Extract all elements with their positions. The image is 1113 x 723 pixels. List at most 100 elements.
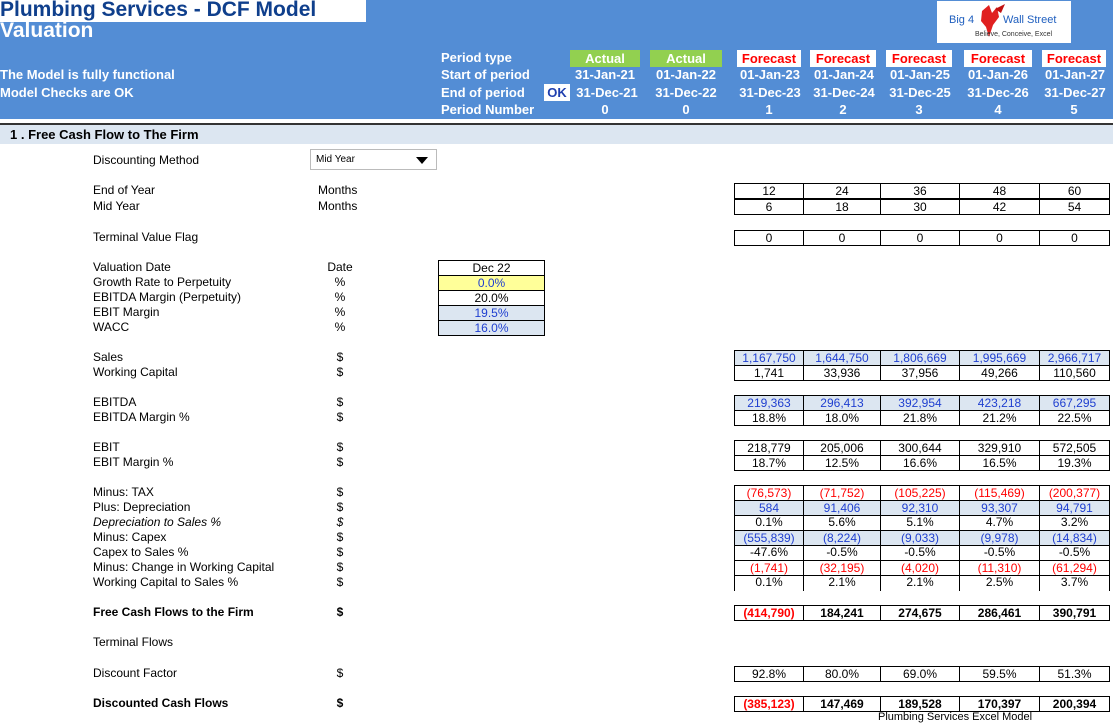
capex-to-sales-cell[interactable]: -0.5% xyxy=(1039,545,1110,561)
capex-to-sales-cell[interactable]: -0.5% xyxy=(803,545,881,561)
discount-factor-cell[interactable]: 69.0% xyxy=(880,666,960,682)
sales-cell[interactable]: 1,806,669 xyxy=(880,350,960,366)
tax-cell[interactable]: (71,752) xyxy=(803,485,881,501)
ebitda-cell[interactable]: 296,413 xyxy=(803,395,881,411)
fcff-cell[interactable]: 274,675 xyxy=(880,605,960,621)
sales-cell[interactable]: 1,167,750 xyxy=(734,350,804,366)
ebitda-cell[interactable]: 392,954 xyxy=(880,395,960,411)
working-capital-cell[interactable]: 1,741 xyxy=(734,365,804,381)
wc-to-sales-cell[interactable]: 2.1% xyxy=(880,575,960,591)
change-wc-cell[interactable]: (4,020) xyxy=(880,560,960,576)
ebitda-margin-perp-cell[interactable]: 20.0% xyxy=(438,290,545,306)
wacc-input[interactable]: 16.0% xyxy=(438,320,545,336)
wc-to-sales-cell[interactable]: 0.1% xyxy=(734,575,804,591)
terminal-flag-cell[interactable]: 0 xyxy=(880,230,960,246)
discounting-method-dropdown[interactable]: Mid Year xyxy=(310,149,437,170)
end-of-year-cell[interactable]: 24 xyxy=(803,183,881,199)
wc-to-sales-cell[interactable]: 3.7% xyxy=(1039,575,1110,591)
discounted-cf-cell[interactable]: 147,469 xyxy=(803,696,881,712)
capex-cell[interactable]: (555,839) xyxy=(734,530,804,546)
change-wc-cell[interactable]: (32,195) xyxy=(803,560,881,576)
tax-cell[interactable]: (76,573) xyxy=(734,485,804,501)
change-wc-cell[interactable]: (61,294) xyxy=(1039,560,1110,576)
end-of-year-cell[interactable]: 12 xyxy=(734,183,804,199)
sales-cell[interactable]: 1,644,750 xyxy=(803,350,881,366)
capex-cell[interactable]: (9,978) xyxy=(959,530,1040,546)
fcff-cell[interactable]: (414,790) xyxy=(734,605,804,621)
discount-factor-cell[interactable]: 80.0% xyxy=(803,666,881,682)
mid-year-cell[interactable]: 6 xyxy=(734,199,804,215)
dep-to-sales-cell[interactable]: 0.1% xyxy=(734,515,804,531)
depreciation-cell[interactable]: 91,406 xyxy=(803,500,881,516)
tax-cell[interactable]: (105,225) xyxy=(880,485,960,501)
ebit-cell[interactable]: 300,644 xyxy=(880,440,960,456)
ebitda-margin-cell[interactable]: 21.8% xyxy=(880,410,960,426)
mid-year-cell[interactable]: 18 xyxy=(803,199,881,215)
ebitda-cell[interactable]: 219,363 xyxy=(734,395,804,411)
wc-to-sales-cell[interactable]: 2.1% xyxy=(803,575,881,591)
terminal-flag-cell[interactable]: 0 xyxy=(803,230,881,246)
dep-to-sales-cell[interactable]: 5.1% xyxy=(880,515,960,531)
working-capital-cell[interactable]: 49,266 xyxy=(959,365,1040,381)
end-of-year-cell[interactable]: 48 xyxy=(959,183,1040,199)
ebit-margin-cell[interactable]: 16.6% xyxy=(880,455,960,471)
chevron-down-icon[interactable] xyxy=(416,157,428,164)
capex-cell[interactable]: (14,834) xyxy=(1039,530,1110,546)
working-capital-cell[interactable]: 33,936 xyxy=(803,365,881,381)
discount-factor-cell[interactable]: 59.5% xyxy=(959,666,1040,682)
ebitda-margin-cell[interactable]: 21.2% xyxy=(959,410,1040,426)
wc-to-sales-cell[interactable]: 2.5% xyxy=(959,575,1040,591)
ebit-cell[interactable]: 329,910 xyxy=(959,440,1040,456)
depreciation-cell[interactable]: 94,791 xyxy=(1039,500,1110,516)
ebitda-margin-cell[interactable]: 22.5% xyxy=(1039,410,1110,426)
ebit-margin-cell[interactable]: 18.7% xyxy=(734,455,804,471)
discount-factor-cell[interactable]: 92.8% xyxy=(734,666,804,682)
fcff-cell[interactable]: 390,791 xyxy=(1039,605,1110,621)
ebitda-cell[interactable]: 423,218 xyxy=(959,395,1040,411)
ebit-margin-input[interactable]: 19.5% xyxy=(438,305,545,321)
ebit-margin-cell[interactable]: 16.5% xyxy=(959,455,1040,471)
dep-to-sales-cell[interactable]: 4.7% xyxy=(959,515,1040,531)
mid-year-cell[interactable]: 30 xyxy=(880,199,960,215)
capex-to-sales-cell[interactable]: -0.5% xyxy=(959,545,1040,561)
depreciation-cell[interactable]: 93,307 xyxy=(959,500,1040,516)
discounted-cf-cell[interactable]: 200,394 xyxy=(1039,696,1110,712)
working-capital-cell[interactable]: 37,956 xyxy=(880,365,960,381)
tax-cell[interactable]: (200,377) xyxy=(1039,485,1110,501)
capex-to-sales-cell[interactable]: -47.6% xyxy=(734,545,804,561)
discounted-cf-cell[interactable]: 189,528 xyxy=(880,696,960,712)
growth-rate-input[interactable]: 0.0% xyxy=(438,275,545,291)
tax-cell[interactable]: (115,469) xyxy=(959,485,1040,501)
ebit-cell[interactable]: 218,779 xyxy=(734,440,804,456)
ebit-cell[interactable]: 205,006 xyxy=(803,440,881,456)
mid-year-cell[interactable]: 54 xyxy=(1039,199,1110,215)
valuation-date-cell[interactable]: Dec 22 xyxy=(438,260,545,276)
change-wc-cell[interactable]: (1,741) xyxy=(734,560,804,576)
capex-cell[interactable]: (9,033) xyxy=(880,530,960,546)
mid-year-cell[interactable]: 42 xyxy=(959,199,1040,215)
change-wc-cell[interactable]: (11,310) xyxy=(959,560,1040,576)
dep-to-sales-cell[interactable]: 3.2% xyxy=(1039,515,1110,531)
ebit-cell[interactable]: 572,505 xyxy=(1039,440,1110,456)
capex-to-sales-cell[interactable]: -0.5% xyxy=(880,545,960,561)
terminal-flag-cell[interactable]: 0 xyxy=(1039,230,1110,246)
ebitda-margin-cell[interactable]: 18.8% xyxy=(734,410,804,426)
fcff-cell[interactable]: 184,241 xyxy=(803,605,881,621)
discounted-cf-cell[interactable]: 170,397 xyxy=(959,696,1040,712)
sales-cell[interactable]: 2,966,717 xyxy=(1039,350,1110,366)
discount-factor-cell[interactable]: 51.3% xyxy=(1039,666,1110,682)
dep-to-sales-cell[interactable]: 5.6% xyxy=(803,515,881,531)
end-of-year-cell[interactable]: 60 xyxy=(1039,183,1110,199)
end-of-year-cell[interactable]: 36 xyxy=(880,183,960,199)
terminal-flag-cell[interactable]: 0 xyxy=(734,230,804,246)
discounted-cf-cell[interactable]: (385,123) xyxy=(734,696,804,712)
working-capital-cell[interactable]: 110,560 xyxy=(1039,365,1110,381)
capex-cell[interactable]: (8,224) xyxy=(803,530,881,546)
ebit-margin-cell[interactable]: 19.3% xyxy=(1039,455,1110,471)
terminal-flag-cell[interactable]: 0 xyxy=(959,230,1040,246)
sales-cell[interactable]: 1,995,669 xyxy=(959,350,1040,366)
ebit-margin-cell[interactable]: 12.5% xyxy=(803,455,881,471)
depreciation-cell[interactable]: 92,310 xyxy=(880,500,960,516)
fcff-cell[interactable]: 286,461 xyxy=(959,605,1040,621)
ebitda-margin-cell[interactable]: 18.0% xyxy=(803,410,881,426)
